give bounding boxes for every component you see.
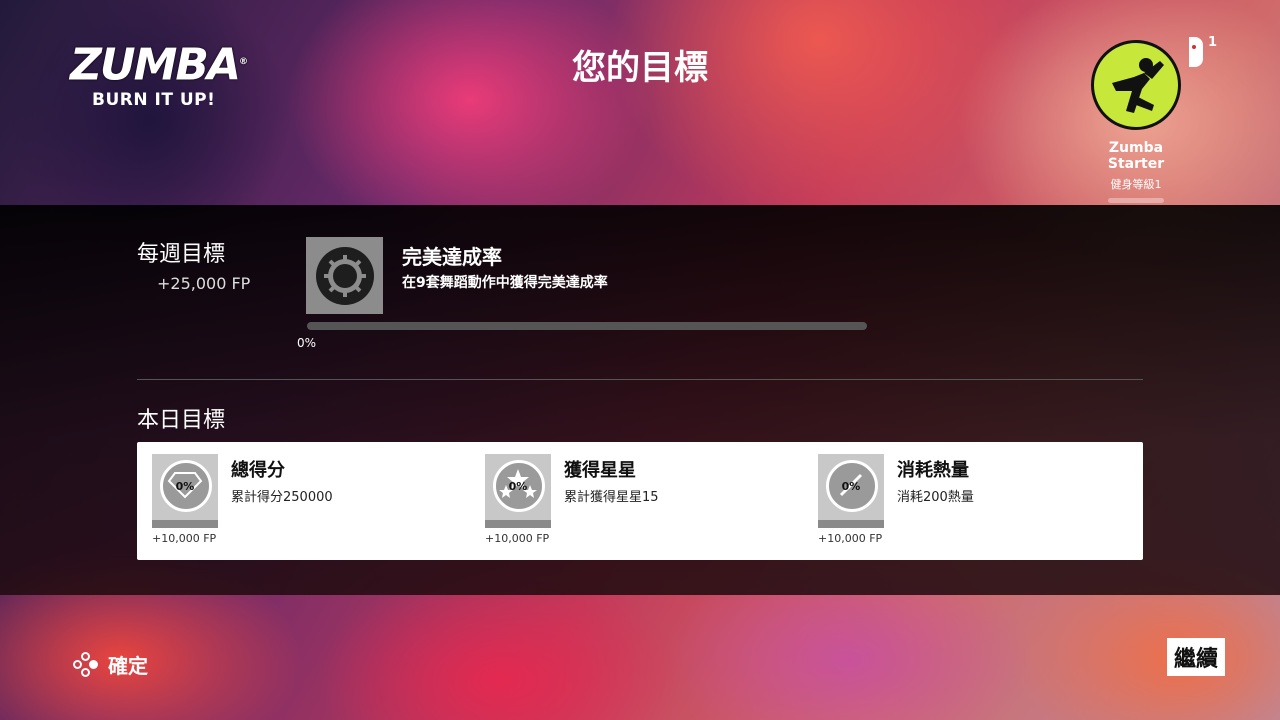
daily-goal-title: 本日目標 <box>137 408 226 433</box>
daily-goal-percent: 0% <box>175 480 195 493</box>
daily-goal-description: 消耗200熱量 <box>897 490 974 505</box>
weekly-goal-description: 在9套舞蹈動作中獲得完美達成率 <box>402 275 608 291</box>
logo-subtitle: BURN IT UP! <box>92 89 216 110</box>
level-progress-bar <box>1108 198 1164 203</box>
continue-button[interactable]: 繼續 <box>1167 638 1225 676</box>
weekly-goal-icon <box>306 237 383 314</box>
section-divider <box>137 379 1143 380</box>
daily-goal-name: 獲得星星 <box>564 460 636 481</box>
daily-goal-description: 累計得分250000 <box>231 490 333 505</box>
stars-icon: 0% <box>485 454 551 528</box>
weekly-goal-reward: +25,000 FP <box>157 274 251 293</box>
daily-goal-reward: +10,000 FP <box>152 532 217 545</box>
weekly-goal-name: 完美達成率 <box>402 245 502 269</box>
daily-goal-card-calories[interactable]: 0% 消耗熱量 消耗200熱量 +10,000 FP <box>803 442 1133 560</box>
daily-goals-panel: 0% 總得分 累計得分250000 +10,000 FP 0% 獲得星星 累計獲… <box>137 442 1143 560</box>
gear-badge-icon <box>315 246 374 305</box>
diamond-icon: 0% <box>152 454 218 528</box>
avatar[interactable] <box>1091 40 1181 130</box>
compass-icon: 0% <box>818 454 884 528</box>
daily-goal-name: 總得分 <box>231 460 285 481</box>
confirm-hint[interactable]: 確定 <box>73 650 148 679</box>
daily-goal-percent: 0% <box>508 480 528 493</box>
daily-goal-description: 累計獲得星星15 <box>564 490 659 505</box>
daily-goal-reward: +10,000 FP <box>485 532 550 545</box>
daily-goal-card-stars[interactable]: 0% 獲得星星 累計獲得星星15 +10,000 FP <box>470 442 800 560</box>
weekly-goal-title: 每週目標 <box>137 242 226 267</box>
weekly-goal-progress-label: 0% <box>297 336 317 350</box>
daily-goal-name: 消耗熱量 <box>897 460 969 481</box>
dancer-icon <box>1112 58 1164 113</box>
weekly-goal-progress-bar <box>307 322 867 330</box>
a-button-icon <box>73 651 99 678</box>
daily-goal-reward: +10,000 FP <box>818 532 883 545</box>
daily-goal-percent: 0% <box>841 480 861 493</box>
daily-goal-card-score[interactable]: 0% 總得分 累計得分250000 +10,000 FP <box>137 442 467 560</box>
profile[interactable]: Zumba Starter 健身等級1 <box>1080 40 1192 203</box>
player-number: 1 <box>1208 35 1218 50</box>
profile-name: Zumba Starter <box>1107 140 1165 172</box>
confirm-label: 確定 <box>108 654 148 678</box>
profile-level: 健身等級1 <box>1110 178 1162 191</box>
